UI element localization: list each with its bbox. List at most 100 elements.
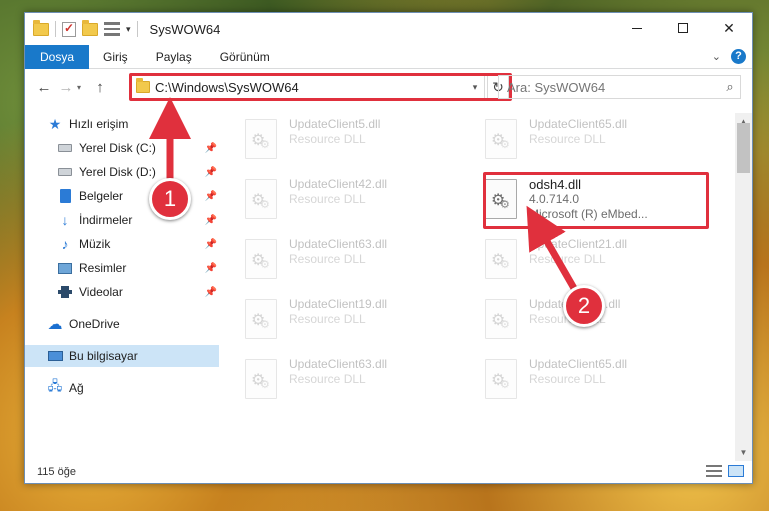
sidebar-item-label: Resimler [79,261,127,275]
details-view-icon[interactable] [706,465,722,477]
sidebar-item-videos[interactable]: Videolar 📌 [25,281,219,303]
callout-badge-2: 2 [563,285,605,327]
file-name: UpdateClient65.dll [529,357,628,371]
minimize-button[interactable] [614,13,660,43]
folder-icon [33,19,49,36]
file-item[interactable]: UpdateClient65.dllResource DLL [485,355,705,407]
large-icons-view-icon[interactable] [728,465,744,477]
recent-locations-dropdown-icon[interactable]: ▾ [77,83,89,92]
dll-file-icon [245,239,277,279]
tab-home[interactable]: Giriş [89,45,142,69]
sidebar-item-network[interactable]: 🖧 Ağ [25,377,219,399]
scroll-down-icon[interactable]: ▼ [735,444,752,461]
file-name: UpdateClient21.dll [529,237,628,251]
file-item[interactable]: UpdateClient19.dllResource DLL [245,295,465,347]
status-bar: 115 öğe [25,461,752,483]
sidebar-item-label: Ağ [69,381,84,395]
sidebar-item-label: OneDrive [69,317,120,331]
pin-icon[interactable]: 📌 [205,191,217,202]
file-name: UpdateClient19.dll [289,297,388,311]
scroll-thumb[interactable] [737,123,750,173]
navigation-bar: ← → ▾ ↑ C:\Windows\SysWOW64 ▾ ↻ ⌕ [25,73,752,101]
sidebar-item-this-pc[interactable]: Bu bilgisayar [25,345,219,367]
toolbar-divider [55,21,56,37]
download-icon: ↓ [61,212,69,228]
sidebar-item-downloads[interactable]: ↓ İndirmeler 📌 [25,209,219,231]
navigation-pane: ★ Hızlı erişim Yerel Disk (C:) 📌 Yerel D… [25,113,219,453]
sidebar-item-pictures[interactable]: Resimler 📌 [25,257,219,279]
file-description: Resource DLL [289,252,366,266]
file-description: Resource DLL [289,132,366,146]
sidebar-item-music[interactable]: ♪ Müzik 📌 [25,233,219,255]
file-item[interactable]: UpdateClient63.dllResource DLL [245,235,465,287]
file-description: Resource DLL [289,192,366,206]
drive-icon [58,168,72,176]
maximize-button[interactable] [660,13,706,43]
cloud-icon: ☁ [47,316,63,333]
sidebar-item-quick-access[interactable]: ★ Hızlı erişim [25,113,219,135]
pin-icon[interactable]: 📌 [205,143,217,154]
new-folder-icon[interactable] [82,19,98,36]
file-item[interactable]: UpdateClient42.dllResource DLL [245,175,465,227]
vertical-scrollbar[interactable]: ▲ ▼ [735,113,752,461]
close-button[interactable]: ✕ [706,13,752,43]
pin-icon[interactable]: 📌 [205,239,217,250]
documents-icon [59,189,71,203]
drive-icon [58,144,72,152]
tab-file[interactable]: Dosya [25,44,90,69]
customize-dropdown-icon[interactable]: ▾ [126,24,131,35]
sidebar-item-onedrive[interactable]: ☁ OneDrive [25,313,219,335]
tab-share[interactable]: Paylaş [142,45,206,69]
sidebar-item-label: Bu bilgisayar [69,349,138,363]
view-icon[interactable] [104,22,120,36]
tab-view[interactable]: Görünüm [206,45,284,69]
pin-icon[interactable]: 📌 [205,215,217,226]
window-title: SysWOW64 [149,21,221,37]
back-arrow-icon[interactable]: ← [33,79,55,96]
search-box[interactable]: ⌕ [498,75,741,99]
video-icon [58,286,72,298]
quick-access-toolbar: ▾ [33,19,138,37]
pictures-icon [58,262,72,274]
file-list: UpdateClient5.dllResource DLL UpdateClie… [233,113,738,453]
window-controls: ✕ [614,13,752,45]
search-input[interactable] [507,79,720,95]
pin-icon[interactable]: 📌 [205,263,217,274]
file-item[interactable]: UpdateClient21.dllResource DLL [485,235,705,287]
view-switcher [706,465,744,477]
file-item[interactable]: UpdateClient65.dllResource DLL [485,115,705,167]
search-icon[interactable]: ⌕ [720,79,740,95]
sidebar-item-label: Yerel Disk (D:) [79,165,156,179]
file-description: Resource DLL [529,132,606,146]
sidebar-item-label: Müzik [79,237,111,251]
dll-file-icon [245,299,277,339]
expand-ribbon-icon[interactable]: ⌄ [712,50,721,63]
properties-icon[interactable] [62,21,76,37]
sidebar-item-local-disk-d[interactable]: Yerel Disk (D:) 📌 [25,161,219,183]
file-name: UpdateClient5.dll [289,117,381,131]
up-arrow-icon[interactable]: ↑ [89,79,111,96]
forward-arrow-icon[interactable]: → [55,79,77,96]
dll-file-icon [245,119,277,159]
title-bar: ▾ SysWOW64 ✕ [25,13,752,45]
dll-file-icon [485,299,517,339]
help-icon[interactable]: ? [731,49,746,64]
dll-file-icon [485,359,517,399]
file-description: Resource DLL [289,372,366,386]
sidebar-item-label: Belgeler [79,189,124,203]
file-item[interactable]: UpdateClient5.dllResource DLL [245,115,465,167]
file-name: UpdateClient65.dll [529,117,628,131]
ribbon-controls: ⌄ ? [712,49,746,64]
pin-icon[interactable]: 📌 [205,167,217,178]
file-description: Resource DLL [289,312,366,326]
file-description: Resource DLL [529,252,606,266]
sidebar-item-label: Yerel Disk (C:) [79,141,156,155]
file-name: UpdateClient63.dll [289,237,388,251]
file-item[interactable]: UpdateClient63.dllResource DLL [245,355,465,407]
minimize-icon [632,27,642,29]
sidebar-item-local-disk-c[interactable]: Yerel Disk (C:) 📌 [25,137,219,159]
item-count: 115 öğe [37,466,76,478]
callout-badge-1: 1 [149,178,191,220]
pin-icon[interactable]: 📌 [205,287,217,298]
toolbar-divider [136,21,138,37]
